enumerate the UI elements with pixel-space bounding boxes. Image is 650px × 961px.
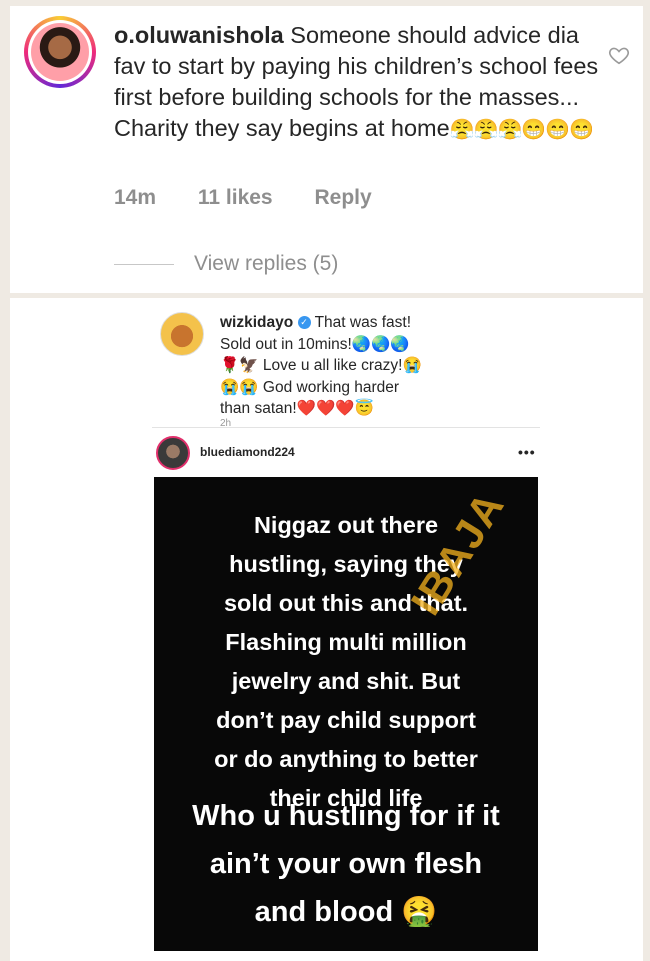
screenshot-card: wizkidayo ✓ That was fast! Sold out in 1… bbox=[10, 298, 643, 961]
story-line: or do anything to better bbox=[214, 746, 478, 772]
view-replies-line bbox=[114, 263, 174, 265]
story-line: don’t pay child support bbox=[216, 707, 476, 733]
avatar[interactable] bbox=[24, 16, 96, 88]
view-replies-label: View replies (5) bbox=[194, 252, 339, 275]
post-username[interactable]: wizkidayo bbox=[220, 314, 293, 331]
story-line: Flashing multi million bbox=[225, 629, 467, 655]
reply-button[interactable]: Reply bbox=[314, 186, 371, 209]
story-line: sold out this and that. bbox=[223, 590, 469, 616]
caption-emojis: ❤️❤️❤️😇 bbox=[296, 400, 374, 417]
caption-emojis: 🌹🦅 bbox=[220, 357, 259, 374]
story-line: jewelry and shit. But bbox=[231, 668, 461, 694]
more-icon[interactable]: ••• bbox=[518, 444, 536, 460]
story-username[interactable]: bluediamond224 bbox=[200, 445, 295, 459]
post-caption: wizkidayo ✓ That was fast! Sold out in 1… bbox=[220, 312, 460, 420]
caption-line: Sold out in 10mins! bbox=[220, 335, 352, 353]
comment-emojis: 😤😤😤😁😁😁 bbox=[449, 119, 594, 141]
caption-line: God working harder bbox=[262, 378, 400, 396]
verified-icon: ✓ bbox=[297, 316, 311, 330]
avatar-photo bbox=[31, 23, 89, 81]
story-big-text: Who u hustling for if it ain’t your own … bbox=[154, 792, 538, 936]
caption-emojis: 😭😭 bbox=[220, 378, 259, 396]
comment-time: 14m bbox=[114, 186, 157, 209]
comment-likes[interactable]: 11 likes bbox=[198, 186, 273, 209]
caption-line: That was fast! bbox=[314, 314, 412, 331]
story-image: Niggaz out there hustling, saying they s… bbox=[154, 477, 538, 951]
comment-username[interactable]: o.oluwanishola bbox=[114, 22, 284, 48]
story-big-line: Who u hustling for if it bbox=[192, 800, 500, 832]
post-screenshot: wizkidayo ✓ That was fast! Sold out in 1… bbox=[146, 298, 546, 961]
caption-emojis: 🌏🌏🌏 bbox=[351, 335, 410, 353]
comment-meta: 14m 11 likes Reply bbox=[114, 186, 408, 210]
caption-line: than satan! bbox=[220, 400, 297, 417]
heart-icon[interactable] bbox=[608, 44, 630, 66]
avatar[interactable] bbox=[160, 312, 204, 356]
avatar[interactable] bbox=[156, 436, 190, 470]
comment-card: o.oluwanishola Someone should advice dia… bbox=[10, 6, 643, 293]
caption-line: Love u all like crazy!😭 bbox=[262, 357, 422, 374]
story-big-line: ain’t your own flesh bbox=[209, 848, 483, 880]
story-big-line: and blood 🤮 bbox=[254, 896, 438, 928]
comment-body: o.oluwanishola Someone should advice dia… bbox=[114, 20, 599, 146]
divider bbox=[152, 427, 540, 428]
view-replies-button[interactable]: View replies (5) bbox=[114, 252, 338, 276]
